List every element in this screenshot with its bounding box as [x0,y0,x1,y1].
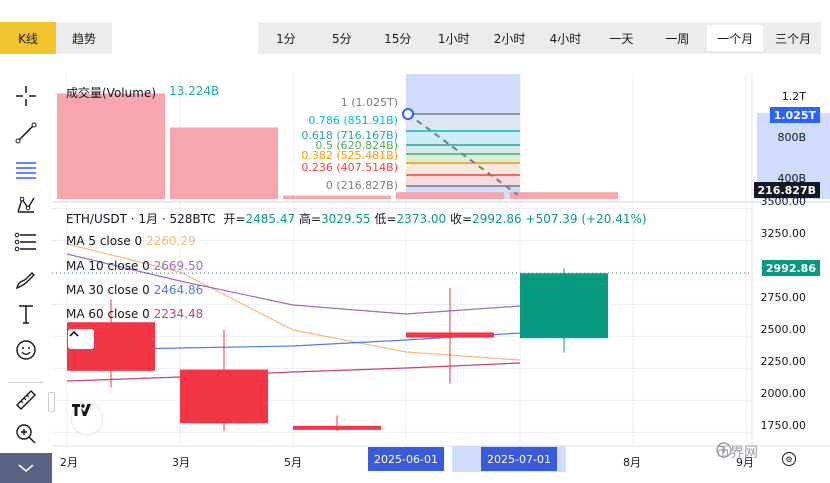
toolbar-divider [8,382,44,383]
ma5-legend: MA 5 close 0 2260.29 [66,234,196,248]
period-1m[interactable]: 1分 [258,22,314,54]
text-icon[interactable] [12,300,40,328]
ma5-value: 2260.29 [146,234,196,248]
zoom-in-icon[interactable] [12,420,40,448]
time-label: 2月 [60,456,78,469]
open-label: 开= [223,212,246,226]
ma10-value: 2669.50 [153,259,204,273]
ohlc-legend: ETH/USDT · 1月 · 528BTC 开=2485.47 高=3029.… [66,210,647,227]
ma5-label: MA 5 close 0 [66,234,143,248]
time-tag-july: 2025-07-01 [481,447,557,471]
brush-icon[interactable] [12,266,40,294]
close-label: 收= [450,212,473,226]
ma10-label: MA 10 close 0 [66,259,150,273]
ma60-legend: MA 60 close 0 2234.48 [66,307,203,321]
top-bar: K线 趋势 1分 5分 15分 1小时 2小时 4小时 一天 一周 一个月 三个… [0,0,830,74]
pattern-icon[interactable] [12,192,40,220]
low-value: 2373.00 [396,212,447,226]
fib-level-label: 0 (216.827B) [325,179,398,192]
ma30-value: 2464.86 [153,283,204,297]
candle-body [180,369,268,424]
low-label: 低= [374,212,397,226]
period-2h[interactable]: 2小时 [482,22,538,54]
volume-axis-label: 800B [777,131,806,144]
candle-body [406,332,494,338]
fib-zone [406,114,520,131]
drawing-toolbar [0,74,55,483]
candlestick-chart [52,74,830,472]
tab-trend[interactable]: 趋势 [56,22,112,54]
period-3mo[interactable]: 三个月 [765,22,821,54]
time-label: 5月 [284,456,302,469]
close-value: 2992.86 [472,212,522,226]
high-value: 3029.55 [321,212,371,226]
volume-value: 13.224B [169,84,220,98]
volume-axis-label: 1.2T [781,90,806,103]
price-axis-label: 2000.00 [760,387,807,400]
fib-level-label: 1 (1.025T) [340,96,398,109]
chevron-down-icon [18,464,34,473]
period-selector: 1分 5分 15分 1小时 2小时 4小时 一天 一周 一个月 三个月 [258,22,821,54]
toolbar-expand-button[interactable] [0,453,52,483]
volume-bar [396,192,504,199]
time-label: 8月 [623,456,641,469]
change-value: +507.39 (+20.41%) [525,212,647,226]
volume-bar [283,195,391,199]
price-axis-label: 3250.00 [760,227,807,240]
settings-icon[interactable]: ⚙ [782,452,796,466]
candle-body [293,425,381,430]
chart-area[interactable]: 成交量(Volume) 13.224B 1 (1.025T) 0.786 (851… [52,74,830,483]
ma30-label: MA 30 close 0 [66,283,150,297]
volume-bar [510,192,618,199]
tradingview-logo[interactable] [72,404,102,434]
candle-body [520,273,608,339]
fib-zone [406,145,520,154]
fib-zone [406,131,520,145]
period-1mo[interactable]: 一个月 [707,25,764,51]
fib-zone [406,175,520,186]
price-axis-label: 2750.00 [760,291,807,304]
price-axis-label: 2250.00 [760,355,807,368]
fib-retracement-icon[interactable] [12,156,40,184]
fib-level-label: 0.236 (407.514B) [301,161,398,174]
price-axis-label: 2500.00 [760,323,807,336]
ma60-value: 2234.48 [153,307,204,321]
volume-bar [57,93,165,199]
tab-kline[interactable]: K线 [0,22,56,54]
volume-title: 成交量(Volume) [66,86,156,100]
price-axis-label: 3500.00 [760,195,807,208]
period-5m[interactable]: 5分 [314,22,370,54]
emoji-icon[interactable] [12,336,40,364]
period-15m[interactable]: 15分 [370,22,426,54]
symbol-label: ETH/USDT · 1月 · 528BTC [66,212,216,226]
period-1h[interactable]: 1小时 [426,22,482,54]
fib-top-price-tag: 1.025T [769,107,820,123]
fib-anchor-handle [402,108,414,120]
price-axis-label: 1750.00 [760,419,807,432]
volume-bar [170,127,278,199]
trend-line-icon[interactable] [12,119,40,147]
open-value: 2485.47 [245,212,296,226]
fib-zone [406,163,520,175]
crosshair-icon[interactable] [12,82,40,110]
time-tag-june: 2025-06-01 [368,447,444,471]
last-price-tag: 2992.86 [761,260,820,276]
period-4h[interactable]: 4小时 [538,22,594,54]
ruler-icon[interactable] [12,386,40,414]
time-label: 3月 [172,456,190,469]
ma10-legend: MA 10 close 0 2669.50 [66,259,203,273]
period-1w[interactable]: 一周 [649,22,705,54]
watermark-icon [716,442,732,458]
high-label: 高= [298,212,322,226]
chevron-up-icon [69,330,79,337]
period-1d[interactable]: 一天 [593,22,649,54]
ma60-label: MA 60 close 0 [66,307,150,321]
fib-level-label: 0.786 (851.91B) [308,114,398,127]
ma30-legend: MA 30 close 0 2464.86 [66,283,203,297]
prediction-icon[interactable] [12,228,40,256]
tv-logo-icon [72,404,91,416]
collapse-legend-button[interactable] [68,329,94,349]
watermark: 币界网 [716,442,758,462]
